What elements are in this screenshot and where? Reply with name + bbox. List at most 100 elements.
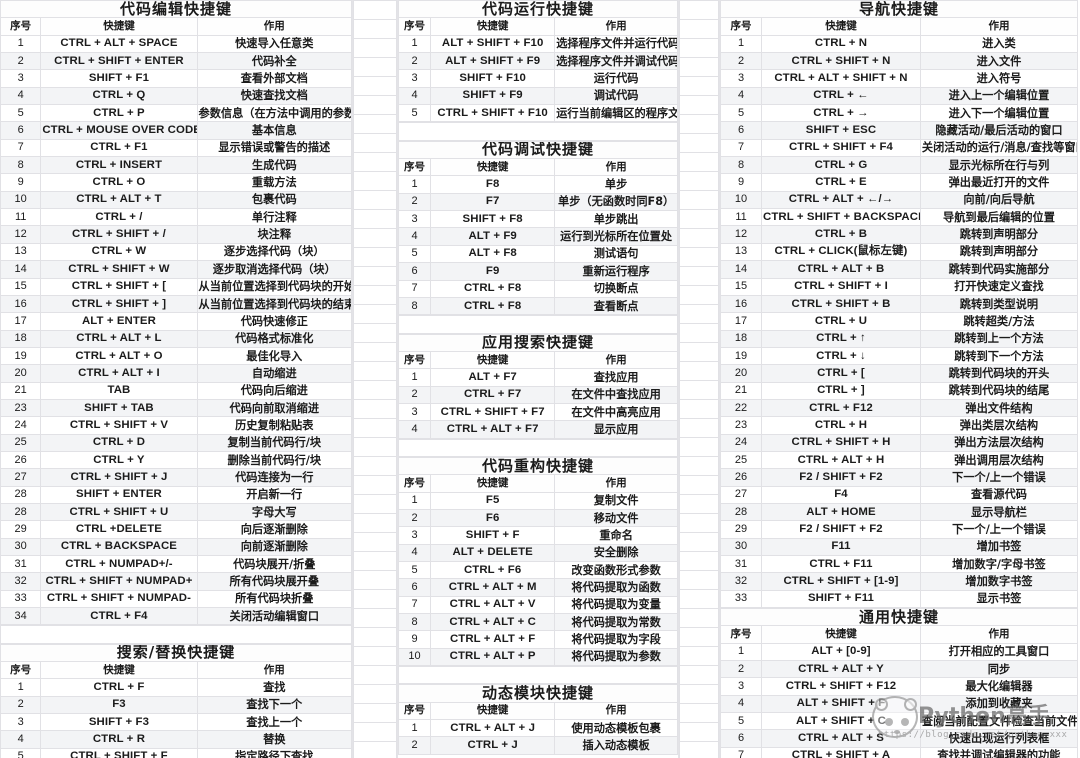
table-row[interactable]: 6 CTRL + ALT + M 将代码提取为函数: [397, 578, 678, 597]
table-row[interactable]: 7 CTRL + ALT + V 将代码提取为变量: [397, 595, 678, 615]
table-row[interactable]: 6 CTRL + MOUSE OVER CODE 基本信息: [0, 121, 353, 140]
table-row[interactable]: 2 CTRL + J 插入动态模板: [397, 736, 678, 755]
table-row[interactable]: 5 CTRL + F6 改变函数形式参数: [397, 560, 678, 580]
table-row[interactable]: 7 CTRL + SHIFT + A 查找并调试编辑器的功能: [719, 746, 1079, 758]
table-row[interactable]: 2 F3 查找下一个: [0, 695, 353, 715]
table-row[interactable]: 1 F8 单步: [397, 175, 678, 194]
table-row[interactable]: 10 CTRL + ALT + ←/→ 向前/向后导航: [719, 190, 1079, 210]
table-row[interactable]: 18 CTRL + ↑ 跳转到上一个方法: [719, 329, 1079, 348]
table-row[interactable]: 11 CTRL + SHIFT + BACKSPACE 导航到最后编辑的位置: [719, 208, 1079, 227]
table-row[interactable]: 4 SHIFT + F9 调试代码: [397, 86, 678, 106]
table-row[interactable]: 14 CTRL + SHIFT + W 逐步取消选择代码（块）: [0, 260, 353, 279]
table-row[interactable]: 17 CTRL + U 跳转超类/方法: [719, 312, 1079, 331]
table-row[interactable]: 10 CTRL + ALT + P 将代码提取为参数: [397, 647, 678, 667]
table-row[interactable]: 5 CTRL + SHIFT + F10 运行当前编辑区的程序文件: [397, 104, 678, 123]
table-row[interactable]: 24 CTRL + SHIFT + H 弹出方法层次结构: [719, 433, 1079, 452]
table-row[interactable]: 13 CTRL + W 逐步选择代码（块）: [0, 242, 353, 262]
table-row[interactable]: 18 CTRL + ALT + L 代码格式标准化: [0, 329, 353, 348]
table-row[interactable]: 1 ALT + [0-9] 打开相应的工具窗口: [719, 642, 1079, 662]
table-row[interactable]: 5 CTRL + → 进入下一个编辑位置: [719, 104, 1079, 123]
table-row[interactable]: 3 CTRL + SHIFT + F12 最大化编辑器: [719, 677, 1079, 696]
table-row[interactable]: 20 CTRL + [跳转到代码块的开头: [719, 364, 1079, 383]
table-row[interactable]: 15 CTRL + SHIFT + [从当前位置选择到代码块的开始: [0, 277, 353, 296]
table-row[interactable]: 33 CTRL + SHIFT + NUMPAD- 所有代码块折叠: [0, 589, 353, 609]
table-row[interactable]: 26 F2 / SHIFT + F2 下一个/上一个错误: [719, 468, 1079, 487]
table-row[interactable]: 2 F7 单步（无函数时同F8）: [397, 192, 678, 212]
table-row[interactable]: 5 ALT + F8 测试语句: [397, 244, 678, 264]
table-row[interactable]: 6 SHIFT + ESC 隐藏活动/最后活动的窗口: [719, 121, 1079, 140]
table-row[interactable]: 4 ALT + DELETE 安全删除: [397, 543, 678, 563]
table-row[interactable]: 33 SHIFT + F11 显示书签: [719, 589, 1079, 609]
table-row[interactable]: 28 SHIFT + ENTER 开启新一行: [0, 485, 353, 504]
table-row[interactable]: 30 CTRL + BACKSPACE 向前逐渐删除: [0, 537, 353, 557]
table-row[interactable]: 15 CTRL + SHIFT + I 打开快速定义查找: [719, 277, 1079, 296]
table-row[interactable]: 2 CTRL + SHIFT + N 进入文件: [719, 52, 1079, 71]
table-row[interactable]: 1 F5 复制文件: [397, 491, 678, 510]
table-row[interactable]: 2 F6 移动文件: [397, 508, 678, 528]
table-row[interactable]: 25 CTRL + ALT + H 弹出调用层次结构: [719, 450, 1079, 470]
table-row[interactable]: 9 CTRL + O 重载方法: [0, 173, 353, 192]
table-row[interactable]: 4 ALT + SHIFT + F 添加到收藏夹: [719, 694, 1079, 714]
table-row[interactable]: 7 CTRL + SHIFT + F4 关闭活动的运行/消息/查找等窗口: [719, 138, 1079, 158]
table-row[interactable]: 25 CTRL + D 复制当前代码行/块: [0, 433, 353, 452]
table-row[interactable]: 19 CTRL + ALT + O 最佳化导入: [0, 346, 353, 366]
table-row[interactable]: 8 CTRL + F8 查看断点: [397, 296, 678, 316]
table-row[interactable]: 27 F4 查看源代码: [719, 485, 1079, 504]
table-row[interactable]: 2 CTRL + F7 在文件中查找应用: [397, 385, 678, 404]
table-row[interactable]: 7 CTRL + F1 显示错误或警告的描述: [0, 138, 353, 158]
table-row[interactable]: 30 F11 增加书签: [719, 537, 1079, 557]
table-row[interactable]: 31 CTRL + NUMPAD+/- 代码块展开/折叠: [0, 554, 353, 574]
table-row[interactable]: 22 CTRL + F12 弹出文件结构: [719, 398, 1079, 418]
table-row[interactable]: 5 CTRL + SHIFT + F 指定路径下查找: [0, 747, 353, 758]
table-row[interactable]: 4 CTRL + ← 进入上一个编辑位置: [719, 86, 1079, 106]
table-row[interactable]: 24 CTRL + SHIFT + V 历史复制粘贴表: [0, 416, 353, 435]
table-row[interactable]: 5 CTRL + P 参数信息（在方法中调用的参数）: [0, 104, 353, 123]
table-row[interactable]: 2 CTRL + SHIFT + ENTER 代码补全: [0, 52, 353, 71]
table-row[interactable]: 21 TAB 代码向后缩进: [0, 381, 353, 400]
table-row[interactable]: 4 CTRL + Q 快速查找文档: [0, 86, 353, 106]
table-row[interactable]: 3 SHIFT + F8 单步跳出: [397, 210, 678, 229]
table-row[interactable]: 3 SHIFT + F1 查看外部文档: [0, 69, 353, 88]
table-row[interactable]: 26 CTRL + Y 删除当前代码行/块: [0, 450, 353, 470]
table-row[interactable]: 23 CTRL + H 弹出类层次结构: [719, 416, 1079, 435]
table-row[interactable]: 28 ALT + HOME 显示导航栏: [719, 502, 1079, 522]
table-row[interactable]: 3 SHIFT + F10 运行代码: [397, 69, 678, 88]
table-row[interactable]: 12 CTRL + SHIFT + / 块注释: [0, 225, 353, 244]
table-row[interactable]: 1 ALT + SHIFT + F10 选择程序文件并运行代码: [397, 34, 678, 54]
table-row[interactable]: 9 CTRL + E 弹出最近打开的文件: [719, 173, 1079, 192]
table-row[interactable]: 17 ALT + ENTER 代码快速修正: [0, 312, 353, 331]
table-row[interactable]: 3 SHIFT + F 重命名: [397, 526, 678, 545]
table-row[interactable]: 3 CTRL + ALT + SHIFT + N 进入符号: [719, 69, 1079, 88]
table-row[interactable]: 27 CTRL + SHIFT + J 代码连接为一行: [0, 468, 353, 487]
table-row[interactable]: 34 CTRL + F4 关闭活动编辑窗口: [0, 607, 353, 626]
table-row[interactable]: 2 CTRL + ALT + Y 同步: [719, 660, 1079, 679]
table-row[interactable]: 28 CTRL + SHIFT + U 字母大写: [0, 502, 353, 522]
table-row[interactable]: 7 CTRL + F8 切换断点: [397, 279, 678, 298]
table-row[interactable]: 1 CTRL + ALT + J 使用动态模板包裹: [397, 719, 678, 738]
table-row[interactable]: 29 F2 / SHIFT + F2 下一个/上一个错误: [719, 520, 1079, 539]
table-row[interactable]: 1 CTRL + N 进入类: [719, 34, 1079, 54]
table-row[interactable]: 5 ALT + SHIFT + C 查阅当前配置文件检查当前文件: [719, 712, 1079, 731]
table-row[interactable]: 16 CTRL + SHIFT + B 跳转到类型说明: [719, 294, 1079, 314]
table-row[interactable]: 11 CTRL + / 单行注释: [0, 208, 353, 227]
table-row[interactable]: 4 ALT + F9 运行到光标所在位置处: [397, 227, 678, 246]
table-row[interactable]: 4 CTRL + R 替换: [0, 730, 353, 749]
table-row[interactable]: 8 CTRL + G 显示光标所在行与列: [719, 156, 1079, 175]
table-row[interactable]: 20 CTRL + ALT + I 自动缩进: [0, 364, 353, 383]
table-row[interactable]: 1 CTRL + F 查找: [0, 678, 353, 697]
table-row[interactable]: 29 CTRL +DELETE 向后逐渐删除: [0, 520, 353, 539]
table-row[interactable]: 2 ALT + SHIFT + F9 选择程序文件并调试代码: [397, 52, 678, 71]
table-row[interactable]: 3 CTRL + SHIFT + F7 在文件中高亮应用: [397, 402, 678, 422]
table-row[interactable]: 14 CTRL + ALT + B 跳转到代码实施部分: [719, 260, 1079, 279]
table-row[interactable]: 31 CTRL + F11 增加数字/字母书签: [719, 554, 1079, 574]
table-row[interactable]: 23 SHIFT + TAB 代码向前取消缩进: [0, 398, 353, 418]
table-row[interactable]: 1 ALT + F7 查找应用: [397, 368, 678, 387]
table-row[interactable]: 32 CTRL + SHIFT + [1-9] 增加数字书签: [719, 572, 1079, 591]
table-row[interactable]: 6 CTRL + ALT + S 快速出现运行列表框: [719, 729, 1079, 748]
table-row[interactable]: 1 CTRL + ALT + SPACE 快速导入任意类: [0, 34, 353, 54]
table-row[interactable]: 9 CTRL + ALT + F 将代码提取为字段: [397, 630, 678, 649]
table-row[interactable]: 8 CTRL + INSERT 生成代码: [0, 156, 353, 175]
table-row[interactable]: 32 CTRL + SHIFT + NUMPAD+ 所有代码块展开叠: [0, 572, 353, 591]
table-row[interactable]: 12 CTRL + B 跳转到声明部分: [719, 225, 1079, 244]
table-row[interactable]: 8 CTRL + ALT + C 将代码提取为常数: [397, 613, 678, 632]
